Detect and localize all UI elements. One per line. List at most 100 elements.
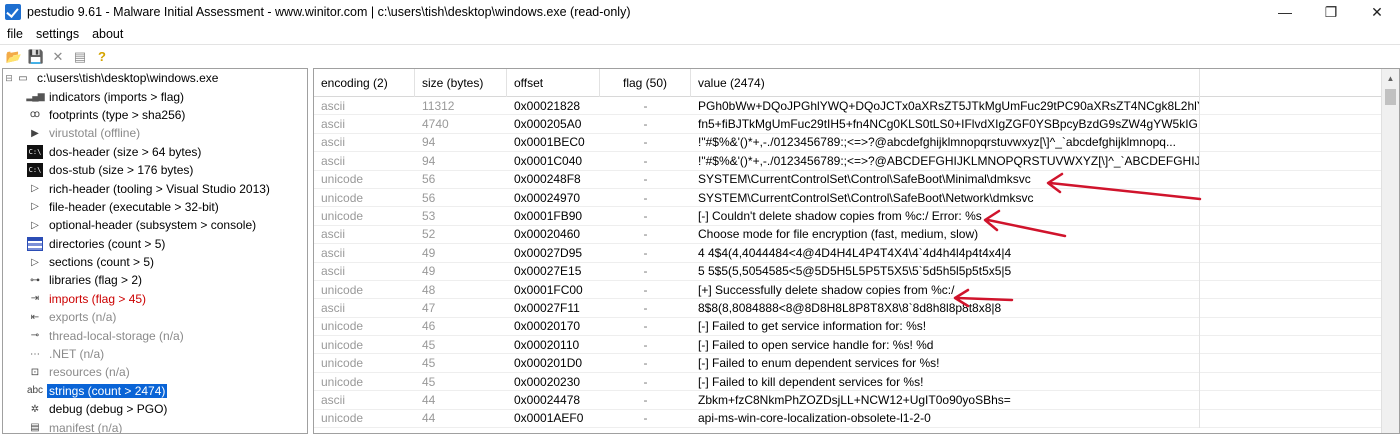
table-row[interactable]: ascii 47 0x00027F11 - 8$8(8,8084888<8@8D8H8L… bbox=[314, 298, 1382, 318]
cell-flag: - bbox=[643, 117, 648, 132]
table-row[interactable]: unicode 44 0x0001AEF0 - api-ms-win-core-loca… bbox=[314, 409, 1382, 429]
table-row[interactable]: unicode 56 0x00024970 - SYSTEM\CurrentContro… bbox=[314, 188, 1382, 208]
cell-encoding: unicode bbox=[321, 337, 364, 352]
row-filler bbox=[1200, 409, 1382, 427]
table-row[interactable]: ascii 49 0x00027D95 - 4 4$4(4,4044484<4@4D4H… bbox=[314, 243, 1382, 263]
tree-item-label: dos-stub (size > 176 bytes) bbox=[49, 163, 194, 178]
tree-item[interactable]: ꝏ footprints (type > sha256) bbox=[3, 106, 307, 124]
table-row[interactable]: unicode 45 0x00020110 - [-] Failed to open s… bbox=[314, 335, 1382, 355]
help-icon[interactable]: ? bbox=[91, 47, 113, 67]
cell-offset: 0x00020170 bbox=[514, 319, 581, 334]
menu-file[interactable]: file bbox=[7, 27, 23, 41]
tree-item[interactable]: ⇥ imports (flag > 45) bbox=[3, 290, 307, 308]
cell-encoding: unicode bbox=[321, 172, 364, 187]
table-row[interactable]: unicode 45 0x00020230 - [-] Failed to kill d… bbox=[314, 372, 1382, 392]
cell-encoding: unicode bbox=[321, 374, 364, 389]
cell-value: SYSTEM\CurrentControlSet\Control\SafeBoo… bbox=[691, 188, 1200, 207]
table-row[interactable]: unicode 46 0x00020170 - [-] Failed to get se… bbox=[314, 317, 1382, 337]
collapse-icon[interactable]: ⊟ bbox=[3, 73, 15, 84]
table-rows: ascii 11312 0x00021828 - PGh0bWw+DQoJPGhlYWQ… bbox=[314, 96, 1382, 429]
table-row[interactable]: unicode 53 0x0001FB90 - [-] Couldn't delete … bbox=[314, 206, 1382, 226]
cell-flag: - bbox=[643, 190, 648, 205]
cell-encoding: unicode bbox=[321, 209, 364, 224]
abc-icon: abc bbox=[26, 385, 44, 397]
tree-item[interactable]: C:\ dos-header (size > 64 bytes) bbox=[3, 143, 307, 161]
save-icon[interactable]: 💾 bbox=[25, 47, 47, 67]
open-icon[interactable]: 📂 bbox=[3, 47, 25, 67]
tree-item[interactable]: ⊸ thread-local-storage (n/a) bbox=[3, 326, 307, 344]
tree-item[interactable]: ⋯ .NET (n/a) bbox=[3, 345, 307, 363]
table-row[interactable]: ascii 49 0x00027E15 - 5 5$5(5,5054585<5@5D5H… bbox=[314, 262, 1382, 281]
tree-item-label: rich-header (tooling > Visual Studio 201… bbox=[49, 181, 270, 196]
cell-flag: - bbox=[643, 319, 648, 334]
tree-item[interactable]: ▷ sections (count > 5) bbox=[3, 253, 307, 271]
tree-item[interactable]: ⊶ libraries (flag > 2) bbox=[3, 271, 307, 289]
table-row[interactable]: ascii 4740 0x000205A0 - fn5+fiBJTkMgUmFuc29t… bbox=[314, 114, 1382, 134]
tree-item[interactable]: C:\ dos-stub (size > 176 bytes) bbox=[3, 161, 307, 179]
manifest-icon: ▤ bbox=[30, 422, 40, 434]
header-flag[interactable]: flag (50) bbox=[600, 69, 691, 97]
table-row[interactable]: unicode 45 0x000201D0 - [-] Failed to enum d… bbox=[314, 353, 1382, 373]
tree-item-label: sections (count > 5) bbox=[49, 255, 155, 270]
row-filler bbox=[1200, 115, 1382, 133]
cell-encoding: unicode bbox=[321, 190, 364, 205]
minimize-button[interactable]: — bbox=[1262, 0, 1308, 24]
scroll-thumb[interactable] bbox=[1385, 89, 1396, 105]
cell-value: Zbkm+fzC8NkmPhZOZDsjLL+NCW12+UgIT0o90yoS… bbox=[691, 390, 1200, 410]
close-file-icon[interactable]: ✕ bbox=[47, 47, 69, 67]
cell-encoding: ascii bbox=[321, 98, 346, 113]
table-row[interactable]: ascii 11312 0x00021828 - PGh0bWw+DQoJPGhlYWQ… bbox=[314, 96, 1382, 116]
table-row[interactable]: ascii 52 0x00020460 - Choose mode for file e… bbox=[314, 225, 1382, 245]
tree-item[interactable]: ▷ file-header (executable > 32-bit) bbox=[3, 198, 307, 216]
cell-size: 94 bbox=[422, 135, 436, 150]
tree-item[interactable]: abc strings (count > 2474) bbox=[3, 382, 307, 400]
tree-item[interactable]: directories (count > 5) bbox=[3, 235, 307, 253]
tree-item[interactable]: ▷ rich-header (tooling > Visual Studio 20… bbox=[3, 179, 307, 197]
cell-value: 4 4$4(4,4044484<4@4D4H4L4P4T4X4\4`4d4h4l… bbox=[691, 243, 1200, 263]
row-filler bbox=[1200, 262, 1382, 280]
cell-value: [-] Failed to kill dependent services fo… bbox=[691, 372, 1200, 391]
dos-icon: C:\ bbox=[27, 144, 43, 159]
header-value[interactable]: value (2474) bbox=[691, 69, 1200, 97]
cell-offset: 0x00027E15 bbox=[514, 264, 582, 279]
cell-flag: - bbox=[643, 227, 648, 242]
cell-value: 8$8(8,8084888<8@8D8H8L8P8T8X8\8`8d8h8l8p… bbox=[691, 298, 1200, 318]
cell-value: [-] Failed to open service handle for: %… bbox=[691, 335, 1200, 354]
tree-item[interactable]: ✲ debug (debug > PGO) bbox=[3, 400, 307, 418]
grid-icon bbox=[27, 236, 43, 251]
menu-settings[interactable]: settings bbox=[36, 27, 79, 41]
tree-item[interactable]: ▶ virustotal (offline) bbox=[3, 124, 307, 142]
cell-value: [+] Successfully delete shadow copies fr… bbox=[691, 280, 1200, 299]
tree-item[interactable]: ▷ optional-header (subsystem > console) bbox=[3, 216, 307, 234]
cell-size: 56 bbox=[422, 172, 436, 187]
vertical-scrollbar[interactable]: ▲ bbox=[1381, 69, 1399, 433]
tree-item-label: imports (flag > 45) bbox=[49, 291, 147, 306]
header-size[interactable]: size (bytes) bbox=[415, 69, 507, 97]
link-icon: ⊶ bbox=[30, 274, 40, 286]
header-offset[interactable]: offset bbox=[507, 69, 600, 97]
cell-offset: 0x00021828 bbox=[514, 98, 581, 113]
tree-item[interactable]: ▂▄▆ indicators (imports > flag) bbox=[3, 87, 307, 105]
header-encoding[interactable]: encoding (2) bbox=[314, 69, 415, 97]
cell-flag: - bbox=[643, 172, 648, 187]
tree-item[interactable]: ⊡ resources (n/a) bbox=[3, 363, 307, 381]
row-filler bbox=[1200, 225, 1382, 243]
table-row[interactable]: ascii 94 0x0001BEC0 - !"#$%&'()*+,-./0123456… bbox=[314, 133, 1382, 153]
maximize-button[interactable]: ❐ bbox=[1308, 0, 1354, 24]
table-row[interactable]: unicode 48 0x0001FC00 - [+] Successfully del… bbox=[314, 280, 1382, 300]
row-filler bbox=[1200, 299, 1382, 317]
table-row[interactable]: unicode 56 0x000248F8 - SYSTEM\CurrentContro… bbox=[314, 170, 1382, 189]
cell-encoding: ascii bbox=[321, 392, 346, 407]
resource-icon: ⊡ bbox=[30, 366, 40, 378]
menu-bar: file settings about bbox=[0, 24, 1400, 44]
copy-icon[interactable]: ▤ bbox=[69, 47, 91, 67]
tree-root[interactable]: ⊟ ▭ c:\users\tish\desktop\windows.exe bbox=[3, 69, 307, 87]
tree-item[interactable]: ⇤ exports (n/a) bbox=[3, 308, 307, 326]
cell-size: 94 bbox=[422, 153, 436, 168]
scroll-up-icon[interactable]: ▲ bbox=[1382, 69, 1399, 87]
tree-item[interactable]: ▤ manifest (n/a) bbox=[3, 418, 307, 434]
close-button[interactable]: ✕ bbox=[1354, 0, 1400, 24]
table-row[interactable]: ascii 94 0x0001C040 - !"#$%&'()*+,-./0123456… bbox=[314, 151, 1382, 171]
menu-about[interactable]: about bbox=[92, 27, 123, 41]
table-row[interactable]: ascii 44 0x00024478 - Zbkm+fzC8NkmPhZOZDsjLL… bbox=[314, 390, 1382, 410]
